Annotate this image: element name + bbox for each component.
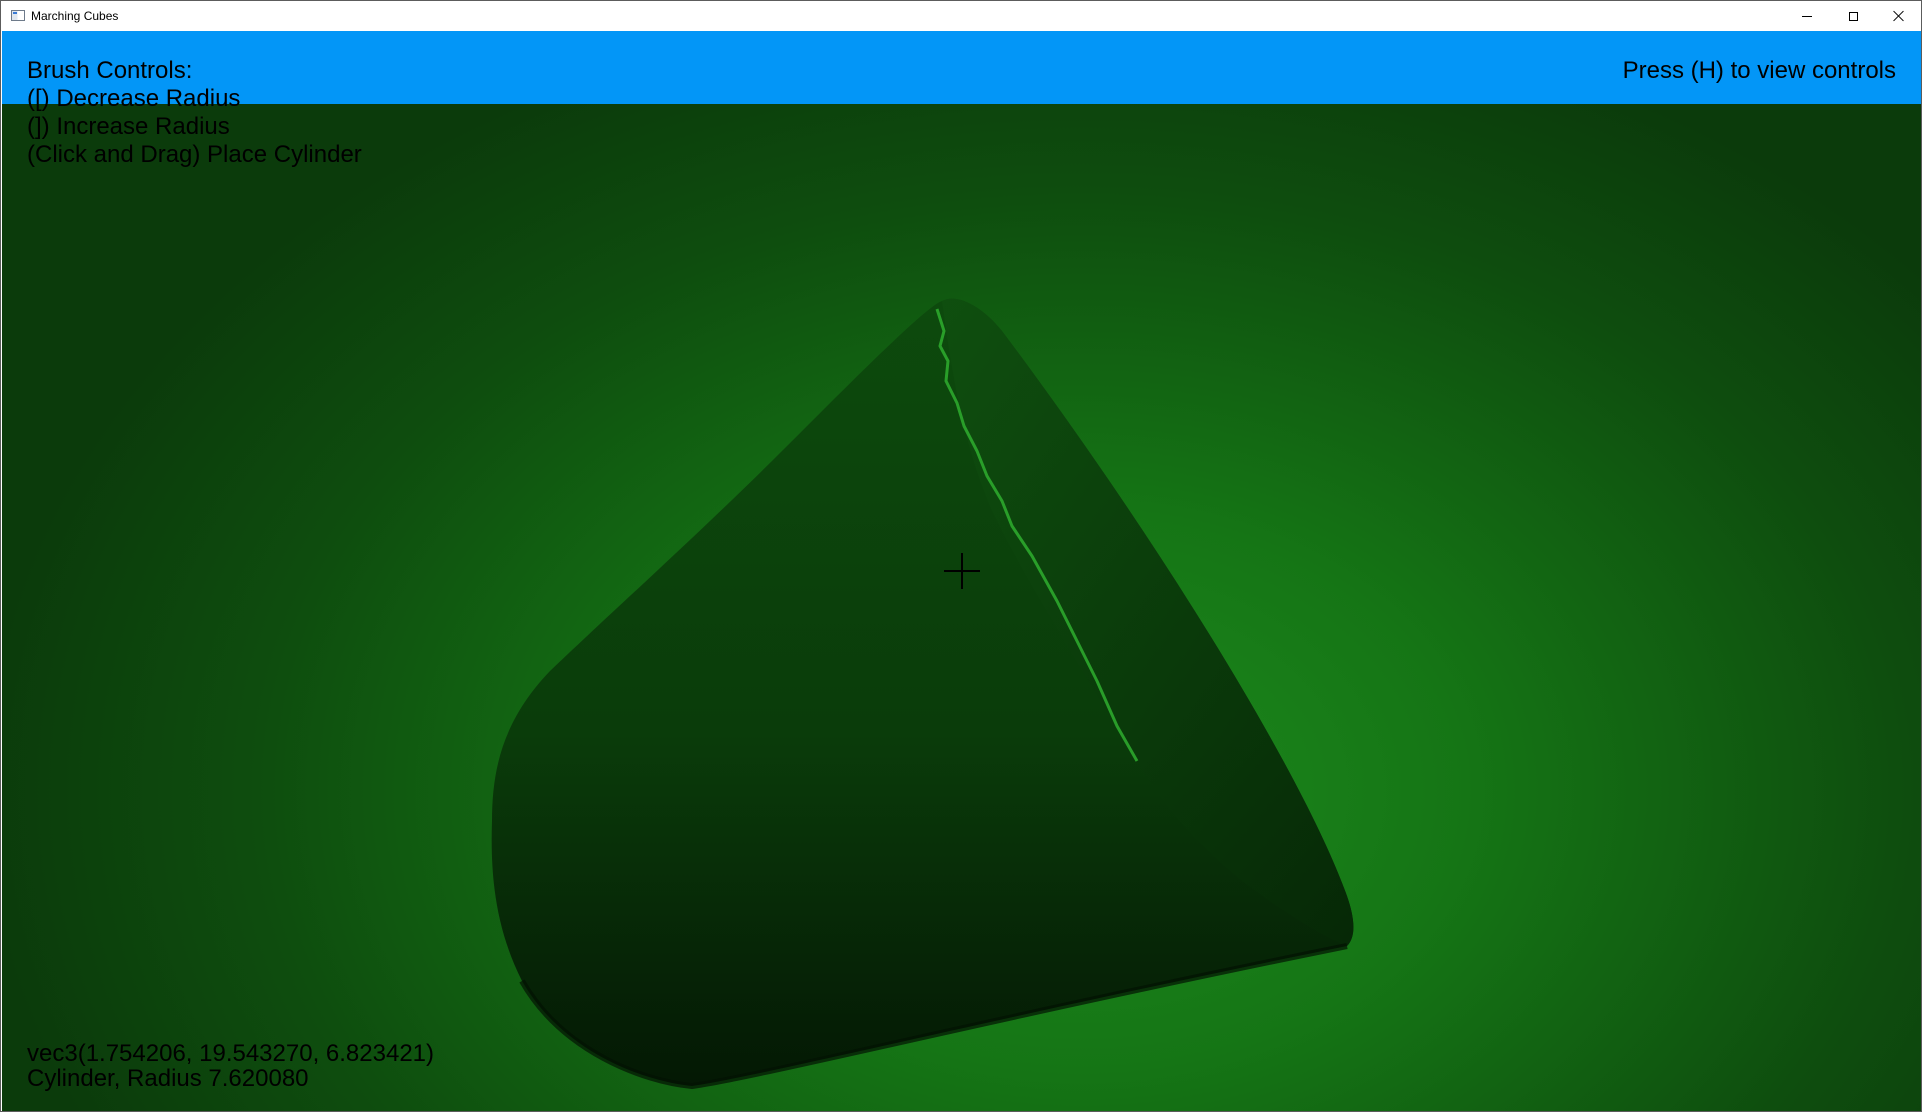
window-title: Marching Cubes	[31, 9, 119, 23]
position-readout: vec3(1.754206, 19.543270, 6.823421)	[27, 1040, 435, 1067]
app-window: Marching Cubes Brush Controls: ([) Decre…	[0, 0, 1922, 1112]
help-hint: Press (H) to view controls	[1622, 57, 1896, 84]
close-button[interactable]	[1876, 1, 1921, 31]
maximize-button[interactable]	[1830, 1, 1876, 31]
status-readout: vec3(1.754206, 19.543270, 6.823421) Cyli…	[27, 1040, 435, 1092]
place-cylinder-hint: (Click and Drag) Place Cylinder	[27, 141, 362, 168]
minimize-icon	[1802, 15, 1812, 17]
title-bar[interactable]: Marching Cubes	[1, 1, 1921, 31]
render-viewport[interactable]: Brush Controls: ([) Decrease Radius (]) …	[2, 31, 1921, 1111]
brush-controls-panel: Brush Controls: ([) Decrease Radius (]) …	[27, 57, 362, 169]
close-icon	[1893, 10, 1905, 22]
maximize-icon	[1848, 11, 1858, 21]
decrease-radius-hint: ([) Decrease Radius	[27, 85, 241, 112]
minimize-button[interactable]	[1784, 1, 1830, 31]
crosshair-icon	[944, 553, 980, 589]
brush-controls-heading: Brush Controls:	[27, 57, 193, 84]
app-window-icon	[11, 10, 25, 21]
brush-readout: Cylinder, Radius 7.620080	[27, 1065, 309, 1092]
increase-radius-hint: (]) Increase Radius	[27, 113, 230, 140]
